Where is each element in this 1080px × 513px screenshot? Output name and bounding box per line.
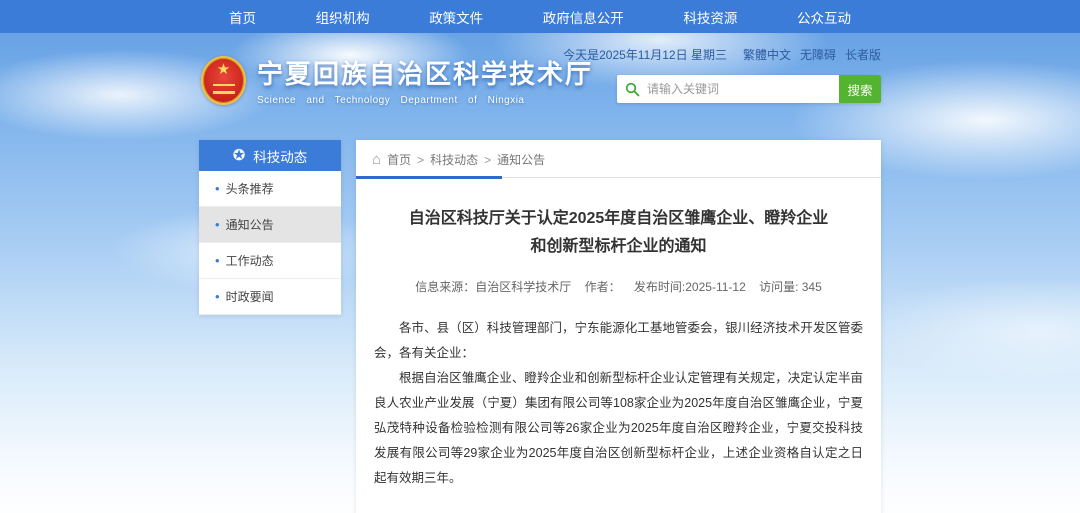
top-nav-items: 首页 组织机构 政策文件 政府信息公开 科技资源 公众互动 xyxy=(199,0,881,33)
nav-item-gov-info-disclosure[interactable]: 政府信息公开 xyxy=(543,7,624,27)
page-title-line2: 和创新型标杆企业的通知 xyxy=(374,233,863,261)
sidebar-item-label: 时政要闻 xyxy=(226,288,274,305)
sidebar-item-headline-recommendations[interactable]: 头条推荐 xyxy=(199,171,341,207)
sidebar-item-work-updates[interactable]: 工作动态 xyxy=(199,243,341,279)
site-title: 宁夏回族自治区科学技术厅 xyxy=(257,54,593,91)
nav-item-policy-documents[interactable]: 政策文件 xyxy=(429,7,483,27)
site-header: ★ 宁夏回族自治区科学技术厅 Science and Technology De… xyxy=(199,33,881,140)
article-meta: 信息来源：自治区科学技术厅 作者： 发布时间:2025-11-12 访问量: 3… xyxy=(374,278,863,295)
article-body: 各市、县（区）科技管理部门，宁东能源化工基地管委会，银川经济技术开发区管委会，各… xyxy=(374,316,863,491)
link-traditional-chinese[interactable]: 繁體中文 xyxy=(743,46,791,63)
sidebar-item-label: 头条推荐 xyxy=(226,180,274,197)
brand-text: 宁夏回族自治区科学技术厅 Science and Technology Depa… xyxy=(257,54,593,106)
sidebar: ✪ 科技动态 头条推荐 通知公告 工作动态 时政要闻 xyxy=(199,140,341,315)
link-accessibility[interactable]: 无障碍 xyxy=(800,46,836,63)
sidebar-item-notice-announcements[interactable]: 通知公告 xyxy=(199,207,341,243)
site-brand: ★ 宁夏回族自治区科学技术厅 Science and Technology De… xyxy=(201,54,593,106)
breadcrumb-separator: > xyxy=(484,153,491,167)
top-nav-bar: 首页 组织机构 政策文件 政府信息公开 科技资源 公众互动 xyxy=(0,0,1080,33)
meta-author: 作者： xyxy=(585,280,621,294)
link-elder-version[interactable]: 长者版 xyxy=(845,46,881,63)
header-right: 今天是2025年11月12日 星期三 繁體中文 无障碍 长者版 搜索 xyxy=(563,46,881,103)
nav-item-home[interactable]: 首页 xyxy=(229,7,256,27)
meta-visits: 访问量: 345 xyxy=(759,280,822,294)
date-text: 今天是2025年11月12日 星期三 xyxy=(563,46,727,63)
content-area: ✪ 科技动态 头条推荐 通知公告 工作动态 时政要闻 ⌂ 首页 > 科技动态 >… xyxy=(199,140,881,513)
nav-item-public-interaction[interactable]: 公众互动 xyxy=(797,7,851,27)
article-paragraph: 根据自治区雏鹰企业、瞪羚企业和创新型标杆企业认定管理有关规定，决定认定半亩良人农… xyxy=(374,366,863,491)
search-button[interactable]: 搜索 xyxy=(839,75,881,103)
home-icon: ⌂ xyxy=(372,152,381,167)
sidebar-title: 科技动态 xyxy=(253,146,307,166)
search-input[interactable] xyxy=(647,75,839,103)
article-paragraph: 各市、县（区）科技管理部门，宁东能源化工基地管委会，银川经济技术开发区管委会，各… xyxy=(374,316,863,366)
nav-item-organization[interactable]: 组织机构 xyxy=(316,7,370,27)
breadcrumb-tech-news[interactable]: 科技动态 xyxy=(430,151,478,168)
page-title-line1: 自治区科技厅关于认定2025年度自治区雏鹰企业、瞪羚企业 xyxy=(374,205,863,233)
sidebar-item-political-news[interactable]: 时政要闻 xyxy=(199,279,341,315)
search-icon xyxy=(617,75,647,103)
national-emblem-logo: ★ xyxy=(201,56,246,105)
emblem-gate-icon xyxy=(213,84,235,94)
meta-source: 信息来源：自治区科学技术厅 xyxy=(415,280,571,294)
breadcrumb: ⌂ 首页 > 科技动态 > 通知公告 xyxy=(356,140,881,178)
breadcrumb-notices[interactable]: 通知公告 xyxy=(497,151,545,168)
header-topline: 今天是2025年11月12日 星期三 繁體中文 无障碍 长者版 xyxy=(563,46,881,63)
site-subtitle: Science and Technology Department of Nin… xyxy=(257,95,593,106)
sidebar-header: ✪ 科技动态 xyxy=(199,140,341,171)
nav-item-tech-resources[interactable]: 科技资源 xyxy=(683,7,737,27)
breadcrumb-separator: > xyxy=(417,153,424,167)
article: 自治区科技厅关于认定2025年度自治区雏鹰企业、瞪羚企业 和创新型标杆企业的通知… xyxy=(356,178,881,513)
header-quick-links: 繁體中文 无障碍 长者版 xyxy=(743,46,881,63)
meta-publish-time: 发布时间:2025-11-12 xyxy=(634,280,746,294)
page-title: 自治区科技厅关于认定2025年度自治区雏鹰企业、瞪羚企业 和创新型标杆企业的通知 xyxy=(374,205,863,261)
main-panel: ⌂ 首页 > 科技动态 > 通知公告 自治区科技厅关于认定2025年度自治区雏鹰… xyxy=(356,140,881,513)
sidebar-item-label: 工作动态 xyxy=(226,252,274,269)
breadcrumb-home[interactable]: 首页 xyxy=(387,151,411,168)
circled-star-icon: ✪ xyxy=(233,148,246,163)
sidebar-item-label: 通知公告 xyxy=(226,216,274,233)
search-bar: 搜索 xyxy=(617,75,881,103)
emblem-star-icon: ★ xyxy=(203,62,244,77)
